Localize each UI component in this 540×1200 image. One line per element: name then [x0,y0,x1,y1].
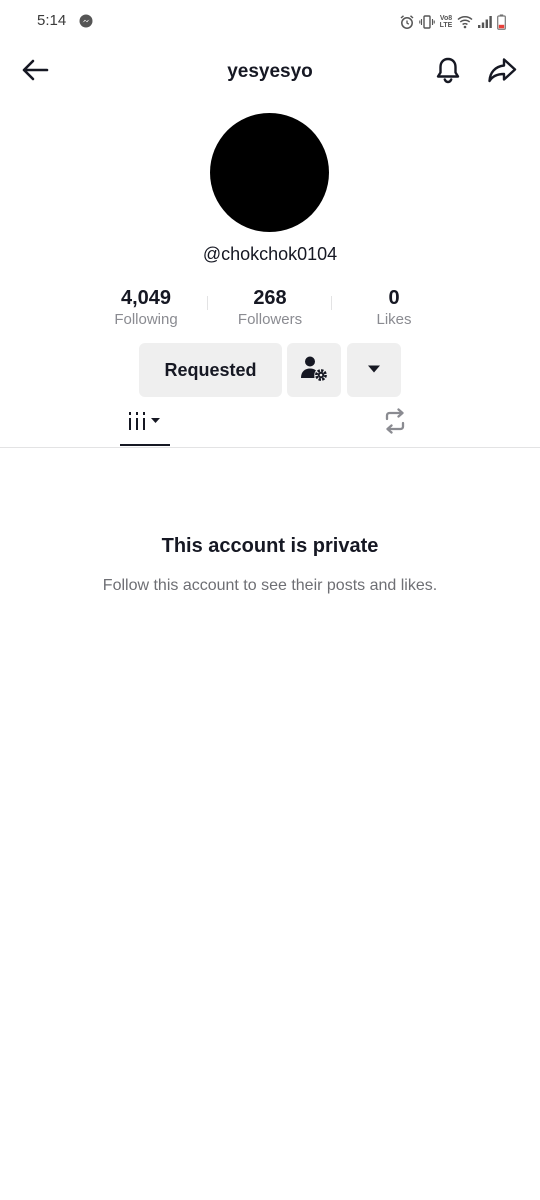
stat-divider [207,296,208,310]
user-settings-icon [299,353,329,388]
content-tabs [0,400,540,448]
alarm-icon [399,14,415,30]
stat-likes[interactable]: 0 Likes [334,286,454,329]
avatar[interactable] [210,113,329,232]
friend-settings-button[interactable] [287,343,341,397]
share-button[interactable] [486,56,518,88]
caret-down-icon [367,361,381,379]
stat-likes-value: 0 [388,287,400,309]
tab-videos[interactable] [120,400,170,447]
grid-bars-icon [127,409,163,438]
stat-following-value: 4,049 [120,287,172,309]
tab-reposts[interactable] [372,400,418,447]
stat-following[interactable]: 4,049 Following [86,286,206,329]
stat-followers-label: Followers [237,311,303,328]
bell-icon [435,56,461,89]
wifi-icon [457,15,473,29]
private-account-description: Follow this account to see their posts a… [102,577,438,594]
vibrate-icon [419,14,435,30]
notifications-button[interactable] [432,56,464,88]
signal-icon [477,15,493,29]
stat-likes-label: Likes [376,311,412,328]
more-options-button[interactable] [347,343,401,397]
stat-divider [331,296,332,310]
active-tab-indicator [120,444,170,446]
stat-following-label: Following [114,311,178,328]
private-account-title: This account is private [161,535,379,557]
profile-stats: 4,049 Following 268 Followers 0 Likes [0,286,540,332]
status-time: 5:14 [37,12,67,29]
username-handle: @chokchok0104 [202,244,338,264]
stat-followers-value: 268 [253,287,287,309]
volte-icon: Vo8 LTE [439,15,453,29]
messenger-icon [79,14,93,28]
requested-button[interactable]: Requested [139,343,282,397]
profile-actions: Requested [0,343,540,397]
status-icons: Vo8 LTE [399,12,506,32]
status-bar: 5:14 Vo8 LTE [0,0,540,44]
repost-icon [381,408,409,439]
share-arrow-icon [487,57,517,88]
profile-header: yesyesyo [0,48,540,96]
battery-low-icon [497,14,506,30]
stat-followers[interactable]: 268 Followers [210,286,330,329]
